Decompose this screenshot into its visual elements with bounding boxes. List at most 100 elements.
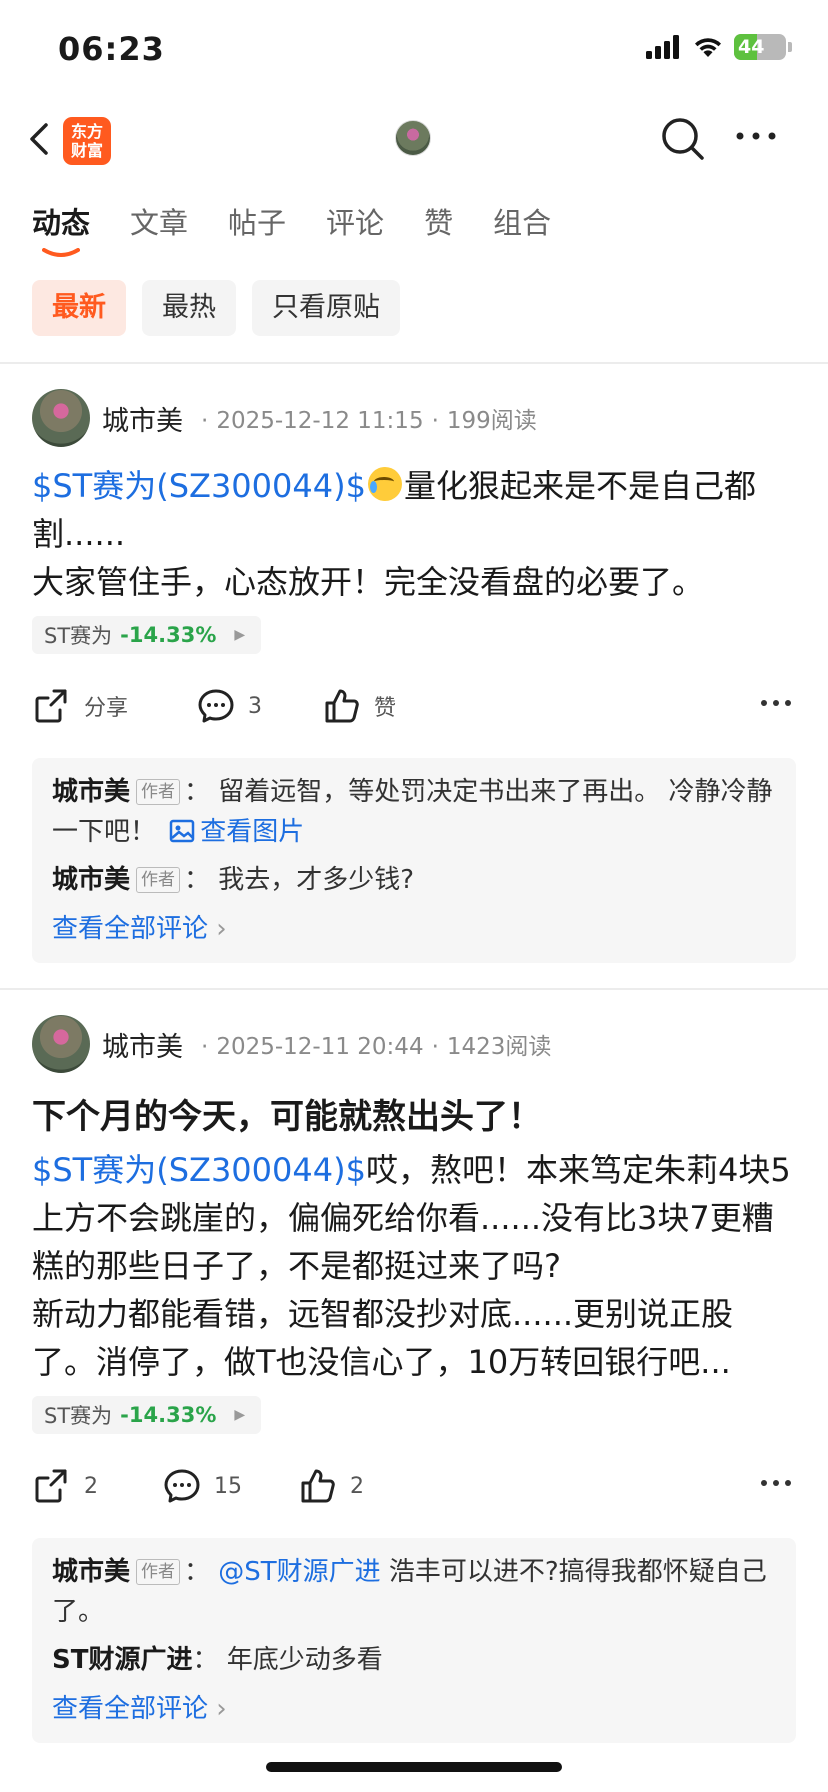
tab-label: 赞 <box>424 206 454 240</box>
post-header: 城市美 · 2025-12-11 20:44 · 1423阅读 <box>32 1014 796 1074</box>
author-badge: 作者 <box>136 867 181 893</box>
post-text: 大家管住手，心态放开！完全没看盘的必要了。 <box>32 563 705 601</box>
commenter-name[interactable]: ST财源广进 <box>52 1645 192 1675</box>
commenter-name[interactable]: 城市美 <box>52 1557 130 1587</box>
wifi-icon <box>695 38 721 57</box>
image-icon <box>170 819 195 843</box>
comment-count: 3 <box>248 693 262 719</box>
stock-name: ST赛为 <box>44 624 113 648</box>
stock-link[interactable]: $ST赛为(SZ300044)$ <box>32 1151 366 1189</box>
thumbs-up-icon <box>301 1469 335 1503</box>
comment-count: 15 <box>214 1473 242 1499</box>
crying-laughing-emoji-icon <box>367 467 402 501</box>
back-arrow-icon[interactable] <box>24 122 58 156</box>
like-label: 赞 <box>374 696 397 721</box>
view-all-comments-link[interactable]: 查看全部评论 › <box>52 1688 776 1725</box>
tab-portfolios[interactable]: 组合 <box>493 200 551 242</box>
comment-button[interactable]: 3 <box>196 686 322 726</box>
author-name[interactable]: 城市美 <box>102 399 183 438</box>
filter-latest[interactable]: 最新 <box>32 280 126 336</box>
comment-bubble-icon <box>198 689 234 723</box>
thumbs-up-icon <box>325 689 359 723</box>
app-logo[interactable]: 东方 财富 <box>63 117 111 165</box>
post-card[interactable]: 城市美 · 2025-12-12 11:15 · 199阅读 $ST赛为(SZ3000… <box>32 388 796 963</box>
post-content[interactable]: $ST赛为(SZ300044)$ 量化狠起来是不是自己都割...... 大家管住手… <box>32 462 796 606</box>
home-indicator[interactable] <box>266 1762 562 1772</box>
chevron-right-icon: › <box>216 1694 227 1724</box>
status-icons: 44 <box>646 34 792 60</box>
tab-likes[interactable]: 赞 <box>424 200 453 242</box>
filter-hottest[interactable]: 最热 <box>142 280 236 336</box>
profile-tabs: 动态 文章 帖子 评论 赞 组合 <box>32 200 551 257</box>
post-header: 城市美 · 2025-12-12 11:15 · 199阅读 <box>32 388 796 448</box>
battery-icon: 44 <box>734 34 786 60</box>
post-date: 2025-12-11 20:44 <box>216 1034 424 1060</box>
comment-text: 年底少动多看 <box>226 1645 383 1675</box>
stock-name: ST赛为 <box>44 1404 113 1428</box>
comment-item[interactable]: 城市美 作者： 留着远智，等处罚决定书出来了再出。 冷静冷静一下吧！ 查看图片 <box>52 772 776 852</box>
comment-preview: 城市美 作者： @ST财源广进 浩丰可以进不?搞得我都怀疑自己了。 ST财源广进：… <box>32 1538 796 1743</box>
commenter-name[interactable]: 城市美 <box>52 865 130 895</box>
comment-item[interactable]: 城市美 作者： @ST财源广进 浩丰可以进不?搞得我都怀疑自己了。 <box>52 1552 776 1632</box>
tab-dynamics[interactable]: 动态 <box>32 200 91 257</box>
more-options-icon[interactable] <box>760 1476 792 1490</box>
status-time: 06:23 <box>58 30 165 68</box>
comment-button[interactable]: 15 <box>162 1466 298 1506</box>
tab-label: 评论 <box>326 206 385 240</box>
post-meta: · 2025-12-11 20:44 · 1423阅读 <box>201 1034 552 1060</box>
post-content[interactable]: $ST赛为(SZ300044)$哎，熬吧！本来笃定朱莉4块5上方不会跳崖的，偏偏… <box>32 1146 796 1386</box>
author-avatar[interactable] <box>32 1015 90 1073</box>
stock-chip[interactable]: ST赛为 -14.33% ▶ <box>32 1396 262 1434</box>
stock-change: -14.33% <box>120 1403 217 1427</box>
author-name[interactable]: 城市美 <box>102 1025 183 1064</box>
divider <box>0 362 828 364</box>
comment-item[interactable]: 城市美 作者： 我去，才多少钱? <box>52 860 776 900</box>
post-title[interactable]: 下个月的今天，可能就熬出头了！ <box>32 1094 796 1140</box>
share-button[interactable]: 2 <box>32 1466 162 1506</box>
user-avatar-small[interactable] <box>395 120 431 156</box>
post-date: 2025-12-12 11:15 <box>216 408 424 434</box>
like-button[interactable]: 2 <box>298 1466 364 1506</box>
post-reads: 1423阅读 <box>446 1034 552 1060</box>
commenter-name[interactable]: 城市美 <box>52 777 130 807</box>
status-bar: 06:23 44 <box>0 0 828 100</box>
post-actions: 2 15 2 <box>32 1456 796 1516</box>
post-meta: · 2025-12-12 11:15 · 199阅读 <box>201 408 537 434</box>
like-count: 2 <box>350 1473 364 1499</box>
post-card[interactable]: 城市美 · 2025-12-11 20:44 · 1423阅读 下个月的今天，可能就熬… <box>32 1014 796 1743</box>
author-avatar[interactable] <box>32 389 90 447</box>
like-button[interactable]: 赞 <box>322 686 396 726</box>
tab-label: 组合 <box>493 206 552 240</box>
view-image-label: 查看图片 <box>200 817 305 847</box>
more-options-icon[interactable] <box>760 696 792 710</box>
filter-original-only[interactable]: 只看原贴 <box>252 280 400 336</box>
tab-articles[interactable]: 文章 <box>130 200 188 242</box>
view-all-label: 查看全部评论 <box>52 914 209 944</box>
comment-item[interactable]: ST财源广进： 年底少动多看 <box>52 1640 776 1680</box>
nav-bar: 东方 财富 <box>0 108 828 172</box>
divider <box>0 988 828 990</box>
view-all-label: 查看全部评论 <box>52 1694 209 1724</box>
author-badge: 作者 <box>136 1559 181 1585</box>
mention-link[interactable]: @ST财源广进 <box>218 1557 380 1587</box>
more-options-icon[interactable] <box>734 126 778 146</box>
triangle-right-icon: ▶ <box>234 627 246 643</box>
share-label: 分享 <box>84 696 129 721</box>
share-button[interactable]: 分享 <box>32 686 196 726</box>
comment-preview: 城市美 作者： 留着远智，等处罚决定书出来了再出。 冷静冷静一下吧！ 查看图片 城… <box>32 758 796 963</box>
stock-chip[interactable]: ST赛为 -14.33% ▶ <box>32 616 262 654</box>
stock-link[interactable]: $ST赛为(SZ300044)$ <box>32 467 366 505</box>
view-image-link[interactable]: 查看图片 <box>164 817 304 847</box>
chevron-right-icon: › <box>216 914 227 944</box>
author-badge: 作者 <box>136 779 181 805</box>
comment-text: 我去，才多少钱? <box>218 865 415 895</box>
tab-posts[interactable]: 帖子 <box>228 200 286 242</box>
post-reads: 199阅读 <box>446 408 537 434</box>
view-all-comments-link[interactable]: 查看全部评论 › <box>52 908 776 945</box>
share-icon <box>35 1469 67 1503</box>
cellular-signal-icon <box>646 35 679 59</box>
search-icon[interactable] <box>660 116 706 162</box>
tab-comments[interactable]: 评论 <box>326 200 384 242</box>
tab-label: 动态 <box>32 206 91 240</box>
post-actions: 分享 3 赞 <box>32 676 796 736</box>
